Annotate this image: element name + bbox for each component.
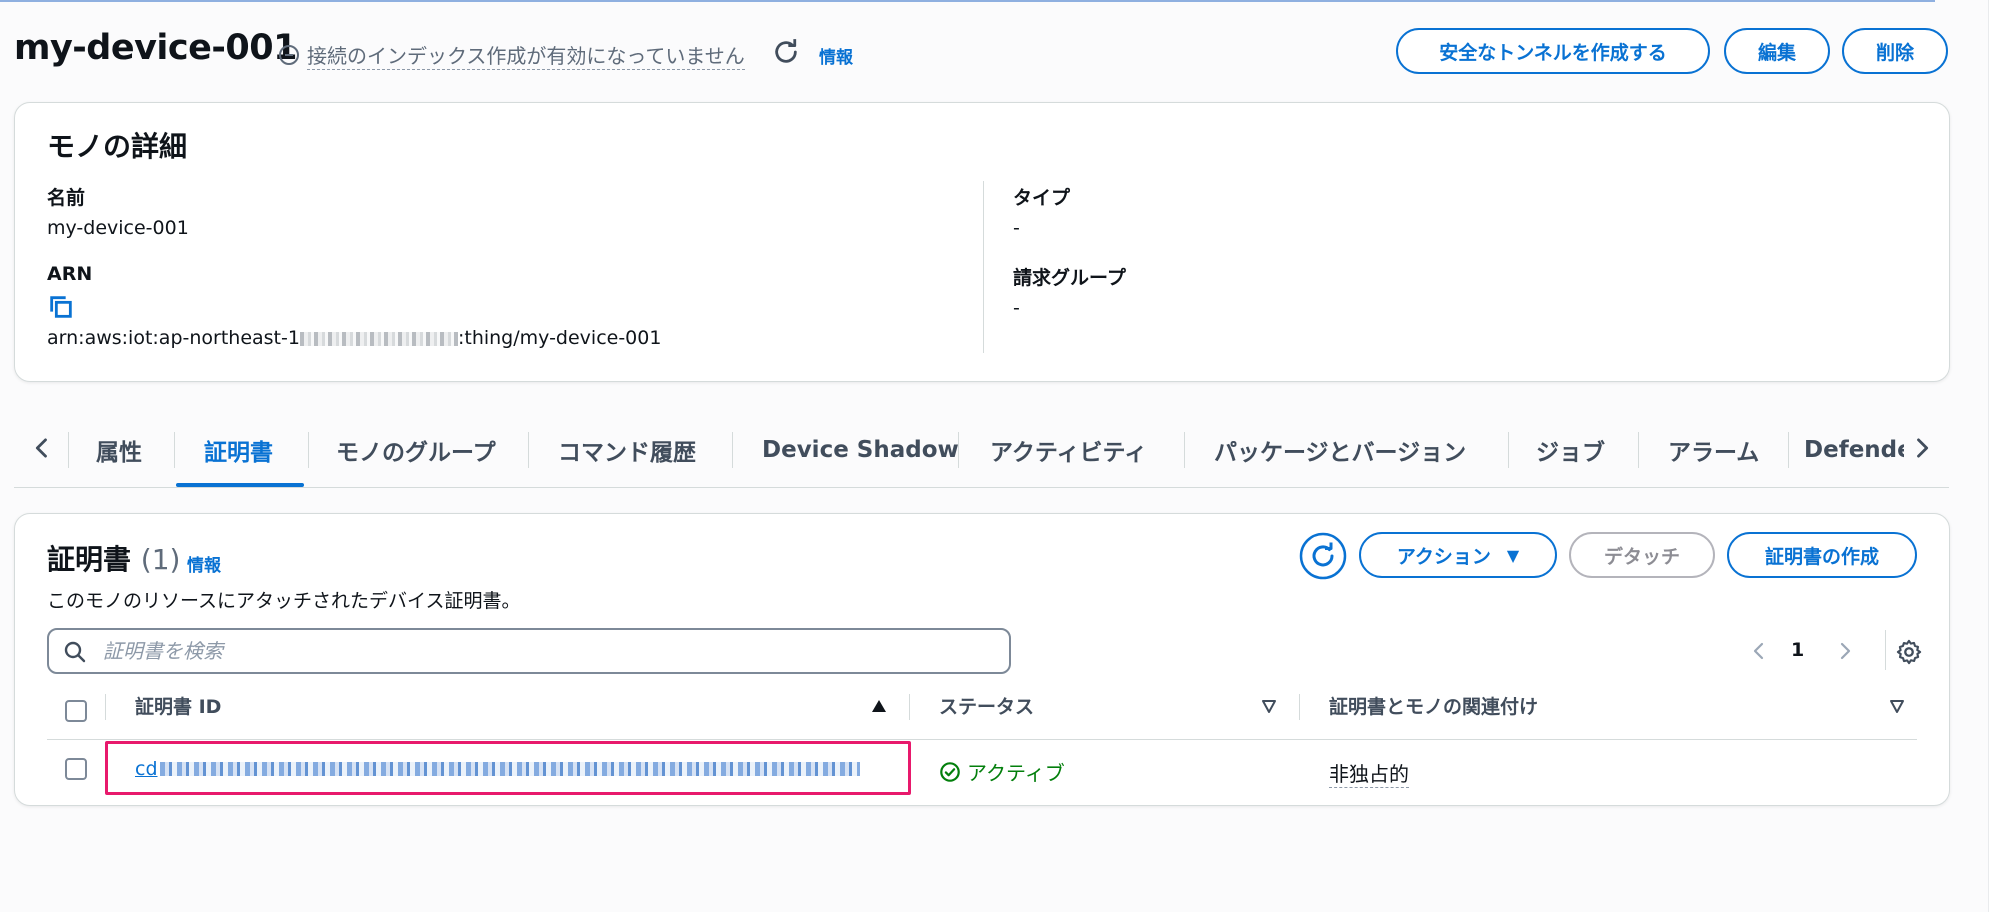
detach-button[interactable]: デタッチ xyxy=(1569,532,1715,578)
highlight-box xyxy=(105,741,911,795)
header-info-link[interactable]: 情報 xyxy=(819,43,853,68)
tab-separator xyxy=(732,432,733,468)
certificates-title: 証明書 xyxy=(47,543,132,576)
pager-separator xyxy=(1885,630,1886,670)
search-icon xyxy=(64,641,86,663)
minus-circle-icon xyxy=(279,45,299,65)
column-separator xyxy=(909,694,910,720)
page-header: my-device-001 接続のインデックス作成が有効になっていません 情報 … xyxy=(14,26,1949,78)
column-separator xyxy=(1299,694,1300,720)
row-checkbox[interactable] xyxy=(65,758,87,780)
certificates-count: (1) xyxy=(140,543,181,576)
refresh-icon[interactable] xyxy=(772,38,800,66)
column-header-certificate-id[interactable]: 証明書 ID xyxy=(135,687,221,723)
indexing-status-text[interactable]: 接続のインデックス作成が有効になっていません xyxy=(307,40,745,70)
tabs-scroll-left-icon[interactable] xyxy=(28,434,56,462)
tab-separator xyxy=(68,432,69,468)
redacted-account-id xyxy=(299,331,458,346)
edit-button[interactable]: 編集 xyxy=(1724,28,1830,74)
name-value: my-device-001 xyxy=(47,217,189,239)
top-border xyxy=(0,0,1935,2)
gear-icon[interactable] xyxy=(1895,638,1923,666)
tab-separator xyxy=(1508,432,1509,468)
column-divider xyxy=(983,181,984,353)
previous-page-icon[interactable] xyxy=(1747,638,1771,664)
caret-down-icon: ▼ xyxy=(1506,545,1520,565)
tab-separator xyxy=(528,432,529,468)
active-tab-indicator xyxy=(176,483,304,487)
refresh-certificates-icon[interactable] xyxy=(1299,532,1347,580)
search-input[interactable] xyxy=(103,637,983,665)
name-label: 名前 xyxy=(47,187,86,209)
check-circle-icon xyxy=(940,761,960,782)
billing-group-value: - xyxy=(1013,297,1020,319)
type-label: タイプ xyxy=(1013,187,1071,209)
tab-jobs[interactable]: ジョブ xyxy=(1536,430,1605,470)
column-separator xyxy=(105,694,106,720)
tab-separator xyxy=(1184,432,1185,468)
thing-details-card: モノの詳細 名前 my-device-001 ARN arn:aws:iot:a… xyxy=(14,102,1950,382)
sort-icon[interactable] xyxy=(1261,698,1277,714)
tab-separator xyxy=(1788,432,1789,468)
certificates-card: 証明書 (1) 情報 このモノのリソースにアタッチされたデバイス証明書。 アクシ… xyxy=(14,513,1950,806)
create-tunnel-button[interactable]: 安全なトンネルを作成する xyxy=(1396,28,1710,74)
type-value: - xyxy=(1013,217,1020,239)
column-header-status[interactable]: ステータス xyxy=(939,687,1034,723)
actions-label: アクション xyxy=(1396,545,1491,568)
actions-dropdown[interactable]: アクション ▼ xyxy=(1359,532,1557,578)
sort-icon[interactable] xyxy=(1889,698,1905,714)
page-title: my-device-001 xyxy=(14,28,298,68)
arn-prefix: arn:aws:iot:ap-northeast-1 xyxy=(47,327,300,349)
tab-alarms[interactable]: アラーム xyxy=(1668,430,1759,470)
details-title: モノの詳細 xyxy=(47,130,188,163)
tab-command-history[interactable]: コマンド履歴 xyxy=(558,430,696,470)
tabs-scroll-right-icon[interactable] xyxy=(1908,434,1936,462)
tab-certificates[interactable]: 証明書 xyxy=(204,430,273,470)
copy-icon[interactable] xyxy=(47,293,75,321)
tab-separator xyxy=(174,432,175,468)
table-header-divider xyxy=(47,739,1917,740)
column-header-association[interactable]: 証明書とモノの関連付け xyxy=(1329,687,1538,723)
tab-separator xyxy=(958,432,959,468)
association-value[interactable]: 非独占的 xyxy=(1329,758,1409,788)
tab-separator xyxy=(308,432,309,468)
next-page-icon[interactable] xyxy=(1833,638,1857,664)
select-all-checkbox[interactable] xyxy=(65,700,87,722)
tab-attributes[interactable]: 属性 xyxy=(96,430,142,470)
tab-defender-clip: Defender xyxy=(1804,430,1904,470)
certificate-search[interactable] xyxy=(47,628,1011,674)
certificates-description: このモノのリソースにアタッチされたデバイス証明書。 xyxy=(47,590,521,612)
status-badge: アクティブ xyxy=(939,757,1065,786)
tab-device-shadow[interactable]: Device Shadow xyxy=(762,430,959,470)
arn-label: ARN xyxy=(47,263,93,285)
scrollbar-track[interactable] xyxy=(1988,0,2000,912)
arn-value: arn:aws:iot:ap-northeast-1 :thing/my-devi… xyxy=(47,327,661,349)
billing-group-label: 請求グループ xyxy=(1013,267,1126,289)
tab-separator xyxy=(1638,432,1639,468)
certificates-heading: 証明書 (1) xyxy=(47,538,180,578)
tab-bar: 属性 証明書 モノのグループ コマンド履歴 Device Shadow アクティ… xyxy=(14,410,1949,488)
delete-button[interactable]: 削除 xyxy=(1842,28,1948,74)
arn-suffix: :thing/my-device-001 xyxy=(457,327,662,349)
status-text: アクティブ xyxy=(967,761,1065,785)
sort-ascending-icon[interactable] xyxy=(871,698,887,714)
tab-activity[interactable]: アクティビティ xyxy=(990,430,1147,470)
tab-defender[interactable]: Defender xyxy=(1804,430,1904,470)
tab-thing-groups[interactable]: モノのグループ xyxy=(336,430,496,470)
tab-packages-versions[interactable]: パッケージとバージョン xyxy=(1214,430,1466,470)
indexing-status: 接続のインデックス作成が有効になっていません xyxy=(279,40,745,70)
create-certificate-button[interactable]: 証明書の作成 xyxy=(1727,532,1917,578)
current-page[interactable]: 1 xyxy=(1791,639,1804,661)
certificates-info-link[interactable]: 情報 xyxy=(187,551,221,576)
